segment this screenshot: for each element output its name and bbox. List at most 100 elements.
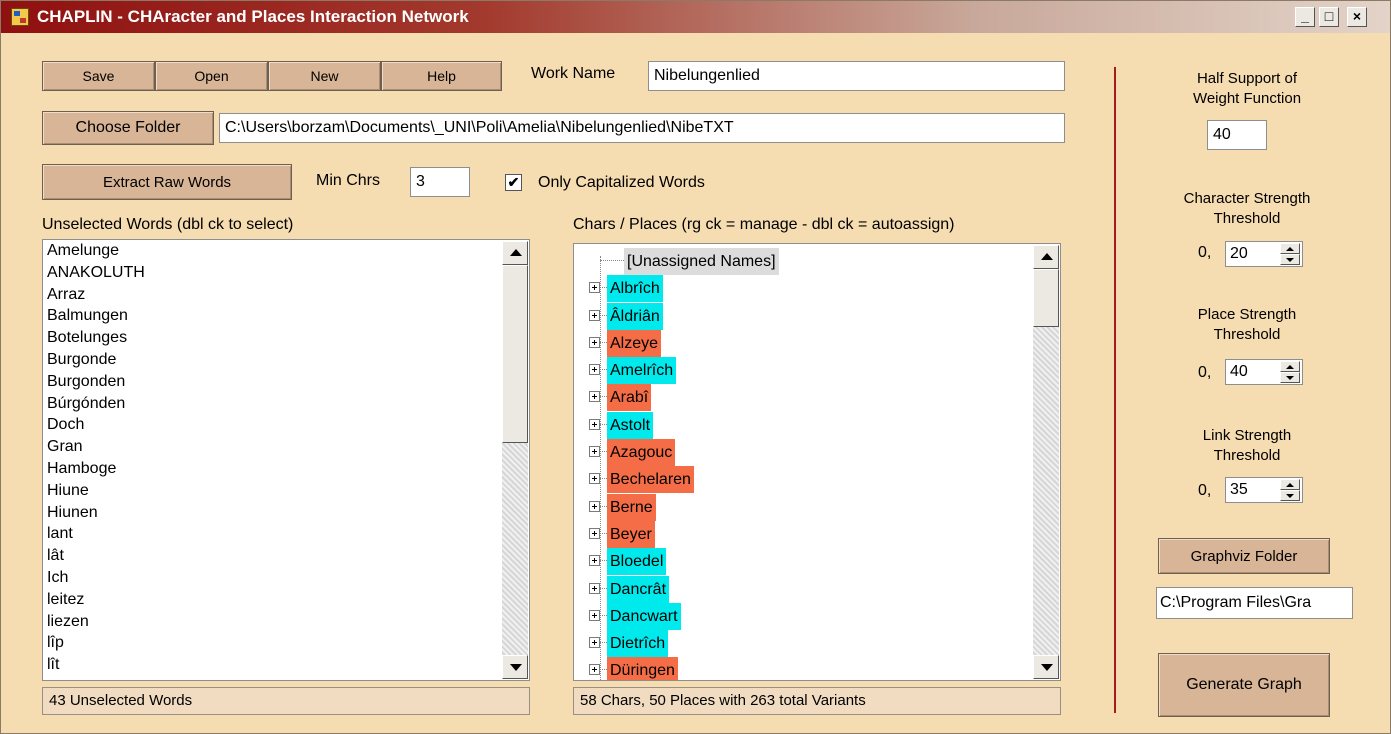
list-item[interactable]: Hamboge [47,458,145,480]
save-button[interactable]: Save [42,61,155,91]
spin-up-icon[interactable] [1280,479,1300,490]
half-support-field[interactable]: 40 [1207,120,1267,150]
maximize-button[interactable]: □ [1319,7,1339,27]
place-node[interactable]: Beyer [607,520,655,548]
link-strength-spinner[interactable]: 35 [1225,477,1303,503]
list-item[interactable]: Botelunges [47,327,145,349]
expand-plus-icon[interactable] [589,473,600,485]
scroll-up-button[interactable] [502,241,528,265]
folder-path-field[interactable]: C:\Users\borzam\Documents\_UNI\Poli\Amel… [219,113,1065,143]
char-strength-spinner[interactable]: 20 [1225,241,1303,267]
expand-plus-icon[interactable] [589,364,600,376]
expand-plus-icon[interactable] [589,309,600,321]
place-node[interactable]: Azagouc [607,439,676,467]
list-item[interactable]: lîp [47,632,145,654]
list-item[interactable]: lît [47,654,145,676]
list-item[interactable]: Ich [47,567,145,589]
close-button[interactable]: × [1347,7,1367,27]
place-node[interactable]: Arabî [607,384,652,412]
expand-plus-icon[interactable] [589,555,600,567]
expand-plus-icon[interactable] [589,336,600,348]
list-item[interactable]: Arraz [47,284,145,306]
list-item[interactable]: Burgonde [47,349,145,371]
tree-scroll-up-button[interactable] [1033,245,1059,269]
character-node[interactable]: Dietrîch [607,630,669,658]
expand-plus-icon[interactable] [589,418,600,430]
char-strength-spin-buttons[interactable] [1280,243,1300,265]
minimize-button[interactable]: _ [1295,7,1315,27]
tree-scroll-down-button[interactable] [1033,655,1059,679]
place-node[interactable]: Alzeye [607,329,662,357]
open-button[interactable]: Open [155,61,268,91]
list-item[interactable]: Balmungen [47,305,145,327]
list-item[interactable]: Amelunge [47,240,145,262]
link-strength-spin-buttons[interactable] [1280,479,1300,501]
place-node[interactable]: Berne [607,493,656,521]
list-item[interactable]: Gran [47,436,145,458]
extract-raw-words-button[interactable]: Extract Raw Words [42,164,292,200]
arrow-down-icon [510,664,522,671]
expand-plus-icon[interactable] [589,637,600,649]
list-item[interactable]: Hiunen [47,502,145,524]
list-item[interactable]: leitez [47,589,145,611]
arrow-down-icon [1041,664,1053,671]
character-node[interactable]: Astolt [607,411,654,439]
expand-plus-icon[interactable] [589,664,600,676]
min-chrs-field[interactable]: 3 [410,167,470,197]
list-item[interactable]: Hiune [47,480,145,502]
expand-plus-icon[interactable] [589,391,600,403]
tree-scrollbar[interactable] [1033,245,1059,679]
tree-connector-line [600,256,601,680]
spin-up-icon[interactable] [1280,361,1300,372]
new-button[interactable]: New [268,61,381,91]
generate-graph-button[interactable]: Generate Graph [1158,653,1330,717]
list-item[interactable]: Burgonden [47,371,145,393]
place-strength-value[interactable]: 40 [1230,363,1248,380]
character-node[interactable]: Amelrîch [607,357,677,385]
spin-down-icon[interactable] [1280,254,1300,265]
character-node[interactable]: Âldriân [607,302,663,330]
graphviz-path-field[interactable]: C:\Program Files\Gra [1156,587,1353,619]
scroll-down-button[interactable] [502,655,528,679]
only-capitalized-checkbox[interactable]: ✔ [505,174,522,191]
unselected-words-list[interactable]: Amelunge ANAKOLUTH Arraz Balmungen Botelunge… [42,239,530,681]
character-node[interactable]: Dancwart [607,602,681,630]
expand-plus-icon[interactable] [589,282,600,294]
place-node[interactable]: Bechelaren [607,466,694,494]
title-bar[interactable]: CHAPLIN - CHAracter and Places Interacti… [1,1,1390,33]
only-capitalized-label: Only Capitalized Words [538,174,705,191]
tree-connector [600,396,607,398]
work-name-field[interactable]: Nibelungenlied [648,61,1065,91]
link-strength-value[interactable]: 35 [1230,481,1248,498]
place-node[interactable]: Düringen [607,657,678,680]
expand-plus-icon[interactable] [589,446,600,458]
list-item[interactable]: ANAKOLUTH [47,262,145,284]
spin-down-icon[interactable] [1280,490,1300,501]
choose-folder-button[interactable]: Choose Folder [42,111,214,145]
help-button[interactable]: Help [381,61,502,91]
graphviz-folder-button[interactable]: Graphviz Folder [1158,538,1330,574]
chars-places-tree[interactable]: [Unassigned Names] Albrîch Âldriân Alzeye A… [573,243,1061,681]
spin-up-icon[interactable] [1280,243,1300,254]
character-node[interactable]: Albrîch [607,275,663,303]
list-item[interactable]: lant [47,523,145,545]
list-item[interactable]: liezen [47,611,145,633]
unselected-scrollbar[interactable] [502,241,528,679]
list-item[interactable]: lât [47,545,145,567]
place-strength-spinner[interactable]: 40 [1225,359,1303,385]
expand-plus-icon[interactable] [589,609,600,621]
tree-connector [600,560,607,562]
character-node[interactable]: Dancrât [607,575,670,603]
tree-scroll-thumb[interactable] [1033,269,1059,327]
unassigned-names-node[interactable]: [Unassigned Names] [624,248,779,275]
list-item[interactable]: Búrgónden [47,393,145,415]
char-strength-value[interactable]: 20 [1230,245,1248,262]
list-item[interactable]: Doch [47,414,145,436]
spin-down-icon[interactable] [1280,372,1300,383]
expand-plus-icon[interactable] [589,527,600,539]
character-node[interactable]: Bloedel [607,548,667,576]
place-strength-spin-buttons[interactable] [1280,361,1300,383]
expand-plus-icon[interactable] [589,500,600,512]
expand-plus-icon[interactable] [589,582,600,594]
scroll-thumb[interactable] [502,265,528,443]
